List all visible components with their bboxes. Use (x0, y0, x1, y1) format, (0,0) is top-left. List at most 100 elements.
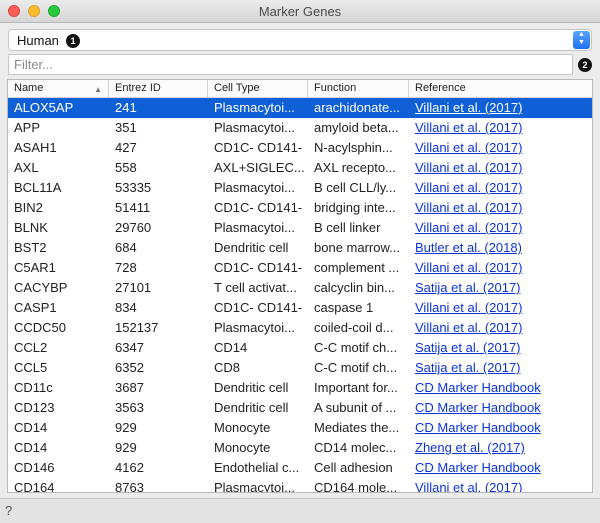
cell-name: ASAH1 (14, 140, 57, 155)
table-row[interactable]: CD123 3563 Dendritic cell A subunit of ... C… (8, 398, 592, 418)
cell-function: A subunit of ... (314, 400, 397, 415)
cell-cell-type: Plasmacytoi... (214, 100, 295, 115)
cell-entrez-id: 728 (115, 260, 137, 275)
cell-function: C-C motif ch... (314, 340, 398, 355)
cell-function: N-acylsphin... (314, 140, 393, 155)
reference-link[interactable]: Villani et al. (2017) (415, 180, 590, 195)
cell-cell-type: Plasmacytoi... (214, 320, 295, 335)
reference-link[interactable]: Villani et al. (2017) (415, 140, 590, 155)
table-row[interactable]: CASP1 834 CD1C- CD141- caspase 1 Villani et … (8, 298, 592, 318)
table-row[interactable]: BLNK 29760 Plasmacytoi... B cell linker Vill… (8, 218, 592, 238)
cell-name: CD14 (14, 420, 48, 435)
cell-function: B cell linker (314, 220, 381, 235)
reference-link[interactable]: Satija et al. (2017) (415, 280, 590, 295)
cell-function: CD14 molec... (314, 440, 397, 455)
cell-name: CACYBP (14, 280, 68, 295)
table-row[interactable]: CD146 4162 Endothelial c... Cell adhesion CD… (8, 458, 592, 478)
reference-link[interactable]: Villani et al. (2017) (415, 220, 590, 235)
cell-name: CD14 (14, 440, 48, 455)
annotation-badge-2: 2 (578, 58, 592, 72)
organism-select[interactable]: Human ▲ ▼ (8, 29, 592, 51)
cell-cell-type: CD14 (214, 340, 248, 355)
sort-ascending-icon: ▲ (94, 85, 102, 94)
table-row[interactable]: AXL 558 AXL+SIGLEC... AXL recepto... Villani… (8, 158, 592, 178)
cell-cell-type: Plasmacytoi... (214, 220, 295, 235)
cell-function: C-C motif ch... (314, 360, 398, 375)
table-row[interactable]: BCL11A 53335 Plasmacytoi... B cell CLL/ly..… (8, 178, 592, 198)
cell-name: C5AR1 (14, 260, 56, 275)
column-header-reference[interactable]: Reference (409, 80, 592, 97)
cell-cell-type: T cell activat... (214, 280, 297, 295)
chevron-up-down-icon: ▲ ▼ (573, 31, 590, 49)
cell-name: AXL (14, 160, 39, 175)
title-bar: Marker Genes (0, 0, 600, 23)
cell-name: ALOX5AP (14, 100, 74, 115)
cell-name: CCDC50 (14, 320, 67, 335)
reference-link[interactable]: Villani et al. (2017) (415, 480, 590, 492)
reference-link[interactable]: Villani et al. (2017) (415, 160, 590, 175)
reference-link[interactable]: Villani et al. (2017) (415, 300, 590, 315)
reference-link[interactable]: Satija et al. (2017) (415, 340, 590, 355)
cell-name: CD123 (14, 400, 55, 415)
cell-entrez-id: 4162 (115, 460, 144, 475)
column-header-function[interactable]: Function (308, 80, 409, 97)
cell-cell-type: Dendritic cell (214, 240, 289, 255)
table-row[interactable]: C5AR1 728 CD1C- CD141- complement ... Villan… (8, 258, 592, 278)
cell-entrez-id: 6347 (115, 340, 144, 355)
reference-link[interactable]: Villani et al. (2017) (415, 200, 590, 215)
cell-function: CD164 mole... (314, 480, 398, 493)
filter-input[interactable] (8, 54, 573, 75)
table-row[interactable]: ALOX5AP 241 Plasmacytoi... arachidonate... V… (8, 98, 592, 118)
table-row[interactable]: BST2 684 Dendritic cell bone marrow... Butle… (8, 238, 592, 258)
cell-cell-type: Plasmacytoi... (214, 120, 295, 135)
cell-name: CCL2 (14, 340, 48, 355)
reference-link[interactable]: Villani et al. (2017) (415, 260, 590, 275)
reference-link[interactable]: CD Marker Handbook (415, 380, 590, 395)
reference-link[interactable]: Butler et al. (2018) (415, 240, 590, 255)
cell-cell-type: Plasmacytoi... (214, 480, 295, 493)
cell-entrez-id: 241 (115, 100, 137, 115)
cell-function: Important for... (314, 380, 398, 395)
reference-link[interactable]: Villani et al. (2017) (415, 320, 590, 335)
cell-name: BIN2 (14, 200, 43, 215)
cell-entrez-id: 6352 (115, 360, 144, 375)
table-row[interactable]: CD14 929 Monocyte CD14 molec... Zheng et al.… (8, 438, 592, 458)
cell-entrez-id: 27101 (115, 280, 152, 295)
reference-link[interactable]: CD Marker Handbook (415, 420, 590, 435)
cell-entrez-id: 53335 (115, 180, 152, 195)
table-row[interactable]: CD164 8763 Plasmacytoi... CD164 mole... Vill… (8, 478, 592, 493)
cell-function: B cell CLL/ly... (314, 180, 397, 195)
table-row[interactable]: CCL2 6347 CD14 C-C motif ch... Satija et al.… (8, 338, 592, 358)
cell-entrez-id: 29760 (115, 220, 152, 235)
cell-function: calcyclin bin... (314, 280, 395, 295)
help-icon[interactable]: ? (5, 503, 12, 518)
column-header-cell-type[interactable]: Cell Type (208, 80, 308, 97)
column-header-name[interactable]: Name ▲ (8, 80, 109, 97)
table-row[interactable]: BIN2 51411 CD1C- CD141- bridging inte... Vil… (8, 198, 592, 218)
table-row[interactable]: CD11c 3687 Dendritic cell Important for... C… (8, 378, 592, 398)
table-row[interactable]: CD14 929 Monocyte Mediates the... CD Marker … (8, 418, 592, 438)
reference-link[interactable]: Zheng et al. (2017) (415, 440, 590, 455)
cell-cell-type: Dendritic cell (214, 400, 289, 415)
reference-link[interactable]: CD Marker Handbook (415, 460, 590, 475)
cell-function: Mediates the... (314, 420, 400, 435)
table-row[interactable]: ASAH1 427 CD1C- CD141- N-acylsphin... Villan… (8, 138, 592, 158)
reference-link[interactable]: CD Marker Handbook (415, 400, 590, 415)
cell-function: AXL recepto... (314, 160, 396, 175)
cell-function: bridging inte... (314, 200, 396, 215)
table-row[interactable]: CACYBP 27101 T cell activat... calcyclin bi… (8, 278, 592, 298)
cell-name: BLNK (14, 220, 48, 235)
reference-link[interactable]: Satija et al. (2017) (415, 360, 590, 375)
table-row[interactable]: CCDC50 152137 Plasmacytoi... coiled-coil d.… (8, 318, 592, 338)
column-header-entrez-id[interactable]: Entrez ID (109, 80, 208, 97)
cell-entrez-id: 684 (115, 240, 137, 255)
reference-link[interactable]: Villani et al. (2017) (415, 100, 590, 115)
cell-entrez-id: 3563 (115, 400, 144, 415)
table-row[interactable]: APP 351 Plasmacytoi... amyloid beta... Villa… (8, 118, 592, 138)
cell-entrez-id: 929 (115, 440, 137, 455)
reference-link[interactable]: Villani et al. (2017) (415, 120, 590, 135)
cell-name: CASP1 (14, 300, 57, 315)
cell-entrez-id: 834 (115, 300, 137, 315)
table-row[interactable]: CCL5 6352 CD8 C-C motif ch... Satija et al. … (8, 358, 592, 378)
cell-name: BCL11A (14, 180, 62, 195)
